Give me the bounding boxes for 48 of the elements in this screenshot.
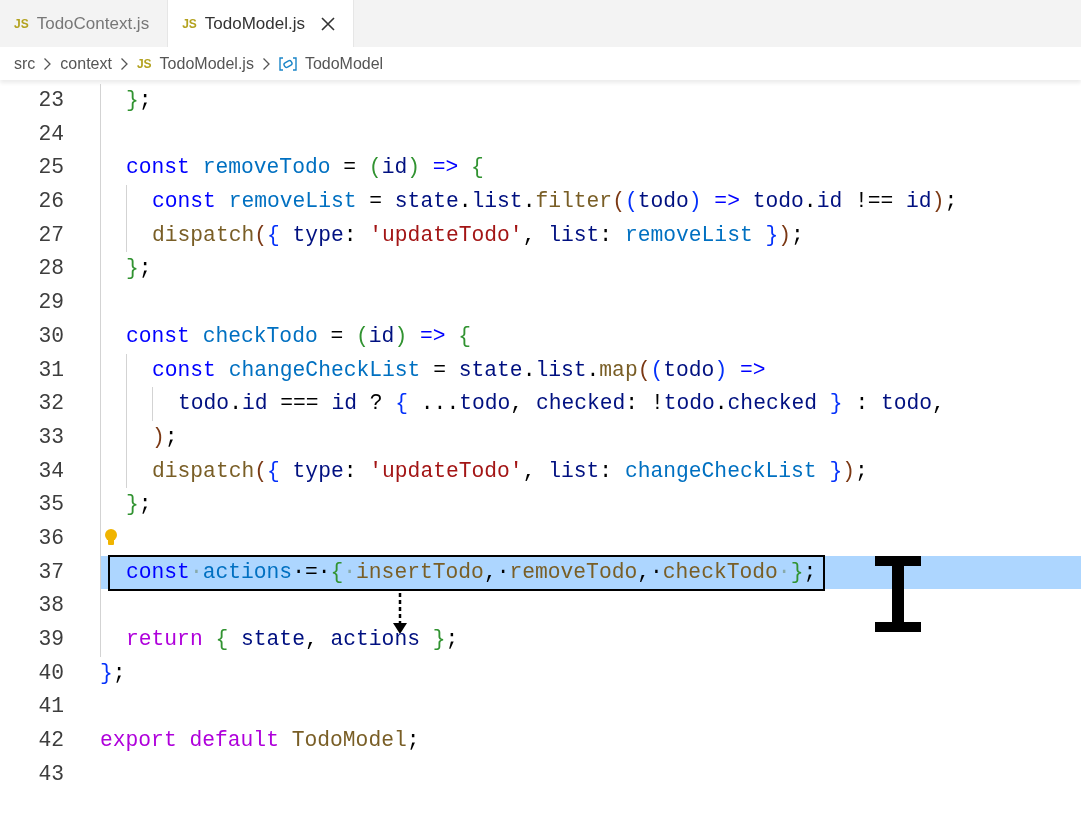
- code-line: const changeCheckList = state.list.map((todo) =>: [152, 356, 766, 384]
- line-number: 39: [37, 626, 64, 653]
- line-number: 25: [37, 154, 64, 182]
- line-number: 36: [37, 524, 64, 552]
- chevron-icon: [43, 56, 53, 71]
- line-number: 33: [37, 423, 64, 451]
- breadcrumb-item[interactable]: TodoModel: [304, 51, 384, 76]
- variable-icon: [278, 56, 297, 71]
- chevron-icon: [119, 56, 129, 71]
- breadcrumb-item[interactable]: src: [14, 51, 36, 76]
- line-number: 24: [37, 120, 64, 148]
- line-number: 38: [37, 592, 64, 620]
- line-number: 37: [37, 558, 64, 586]
- line-number: 40: [37, 659, 64, 687]
- close-icon[interactable]: [321, 16, 335, 31]
- code-line: };: [126, 87, 152, 114]
- code-line: return { state, actions };: [126, 626, 459, 653]
- code-line: dispatch({ type: 'updateTodo', list: removeList });: [152, 221, 804, 249]
- code-line: const checkTodo = (id) => {: [126, 322, 472, 350]
- line-number: 26: [37, 188, 64, 216]
- chevron-icon: [261, 56, 271, 71]
- line-number: 35: [37, 491, 64, 519]
- code-line: todo.id === id ? { ...todo, checked: !todo.checked } : todo,: [178, 390, 945, 418]
- code-line: const removeList = state.list.filter((todo) => todo.id !== id);: [152, 188, 958, 216]
- code-line: };: [100, 659, 126, 687]
- line-number: 23: [37, 87, 64, 114]
- editor-tab[interactable]: JS TodoModel.js: [168, 0, 354, 47]
- line-number: 43: [37, 760, 64, 788]
- line-number: 29: [37, 289, 64, 317]
- line-number: 30: [37, 322, 64, 350]
- line-number: 42: [37, 727, 64, 755]
- code-line: };: [126, 491, 152, 519]
- line-number: 28: [37, 255, 64, 283]
- line-number: 34: [37, 457, 64, 485]
- code-line: );: [152, 423, 178, 451]
- line-number: 31: [37, 356, 64, 384]
- line-number: 41: [37, 693, 64, 721]
- code-line: const removeTodo = (id) => {: [126, 154, 484, 182]
- code-line: export default TodoModel;: [100, 727, 420, 755]
- line-number: 32: [37, 390, 64, 418]
- code-line: dispatch({ type: 'updateTodo', list: changeCheckList });: [152, 457, 868, 485]
- file-type-icon: JS: [136, 54, 152, 73]
- code-line: const·actions·=·{·insertTodo,·removeTodo,·checkTodo·};: [126, 558, 817, 586]
- breadcrumb-item[interactable]: context: [60, 51, 112, 76]
- line-number: 27: [37, 221, 64, 249]
- code-line: };: [126, 255, 152, 283]
- breadcrumb-item[interactable]: TodoModel.js: [159, 51, 254, 76]
- text-cursor-icon: [875, 555, 923, 632]
